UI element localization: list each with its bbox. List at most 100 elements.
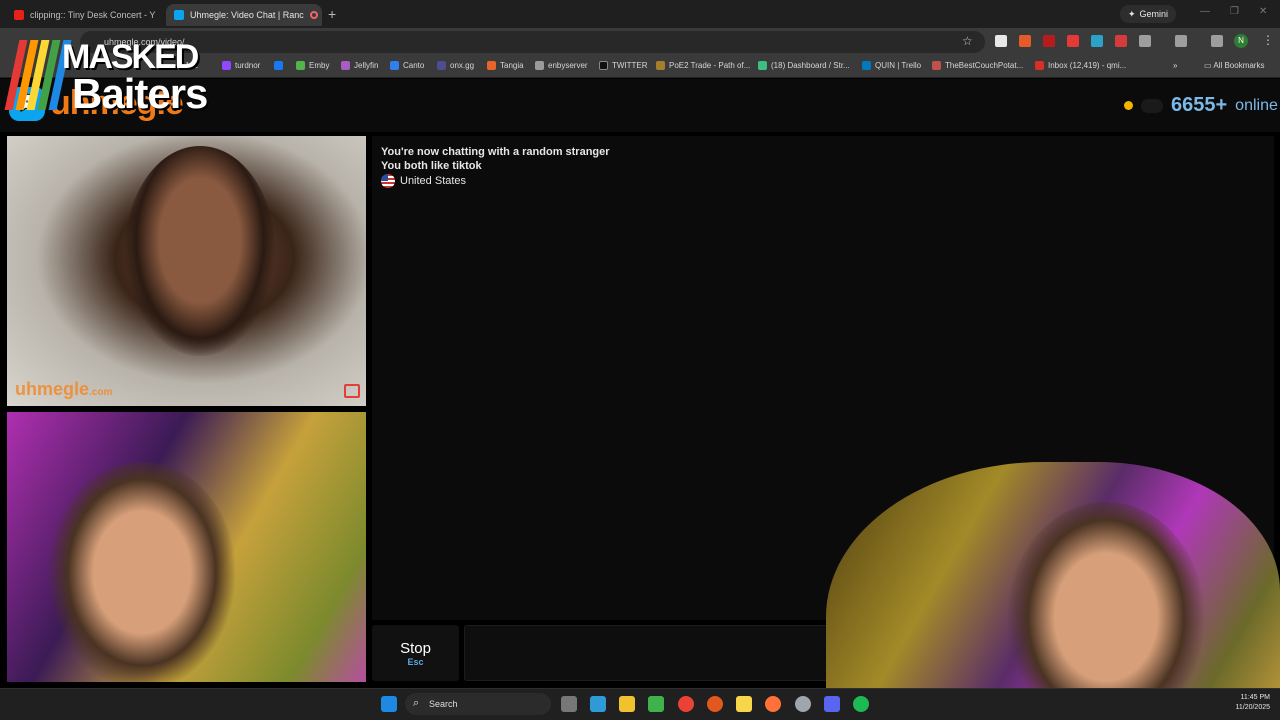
new-tab-button[interactable]: + [328,6,336,22]
bookmark-item[interactable]: TWITTER [599,61,648,70]
self-figure [47,462,237,682]
close-tab-icon[interactable]: ✕ [318,9,322,22]
tab-tiny-desk[interactable]: clipping:: Tiny Desk Concert - Y ✕ [6,4,162,26]
bookmark-label: (18) Dashboard / Str... [771,61,850,70]
clock-date: 11/20/2025 [1235,704,1270,711]
taskbar-app-icon[interactable] [561,696,577,712]
bookmark-favicon-icon [341,61,350,70]
clock-time: 11:45 PM [1240,694,1270,701]
extension-red-icon[interactable] [1115,35,1127,47]
online-label: online [1235,96,1278,114]
file-explorer-icon[interactable] [619,696,635,712]
bookmark-item[interactable]: TheBestCouchPotat... [932,61,1023,70]
online-indicator: 6655+ online [1124,94,1278,117]
bookmark-label: Jellyfin [354,61,379,70]
discord-icon[interactable] [824,696,840,712]
edge-icon[interactable] [590,696,606,712]
taskbar-app-icon[interactable] [707,696,723,712]
close-tab-icon[interactable]: ✕ [155,9,162,22]
masked-baiters-overlay-logo: MASKED Baiters [4,38,231,118]
bookmark-label: Emby [309,61,330,70]
youtube-icon [14,10,24,20]
system-message: You're now chatting with a random strang… [381,146,610,158]
restore-icon[interactable]: ❐ [1230,6,1239,17]
menu-kebab-icon[interactable]: ⋮ [1262,33,1274,47]
gmail-icon [1035,61,1044,70]
extension-k-icon[interactable] [995,35,1007,47]
bookmark-item[interactable]: QUIN | Trello [862,61,921,70]
uhmegle-favicon-icon [174,10,184,20]
taskbar-search[interactable]: ⌕ Search [405,693,551,715]
taskbar-app-icon[interactable] [795,696,811,712]
bookmark-label: TheBestCouchPotat... [945,61,1024,70]
stop-label: Stop [400,640,431,657]
bookmark-item[interactable]: Emby [296,61,329,70]
close-window-icon[interactable]: ✕ [1259,6,1267,17]
bookmark-favicon-icon [390,61,399,70]
media-controls-icon[interactable] [1211,35,1223,47]
stranger-figure [125,146,275,356]
stop-button[interactable]: Stop Esc [372,625,459,681]
bookmark-favicon-icon [758,61,767,70]
bookmark-label: PoE2 Trade - Path of... [669,61,751,70]
bookmark-label: Inbox (12,419) - qmi... [1048,61,1127,70]
chrome-icon[interactable] [678,696,694,712]
recording-icon [309,11,318,19]
bookmark-favicon-icon [932,61,941,70]
bookmark-item[interactable]: Jellyfin [341,61,378,70]
search-label: Search [429,699,458,709]
stranger-video: uhmegle.com [7,136,366,406]
firefox-icon[interactable] [765,696,781,712]
bookmark-item[interactable]: PoE2 Trade - Path of... [656,61,750,70]
online-count: 6655+ [1171,94,1228,116]
spotify-icon[interactable] [853,696,869,712]
extension-fox-icon[interactable] [1019,35,1031,47]
gemini-button[interactable]: ✦ Gemini [1120,5,1177,23]
bookmark-item[interactable]: Canto [390,61,424,70]
globe-icon [535,61,544,70]
system-clock[interactable]: 11:45 PM 11/20/2025 [1222,693,1270,713]
bookmark-label: turdnor [235,61,261,70]
extension-seven-tv-icon[interactable] [1091,35,1103,47]
bookmark-item[interactable] [274,61,287,70]
stop-shortcut: Esc [407,657,424,667]
bookmark-item[interactable]: Inbox (12,419) - qmi... [1035,61,1126,70]
taskbar-app-icon[interactable] [648,696,664,712]
cast-icon[interactable] [1175,35,1187,47]
extension-youtube-icon[interactable] [1067,35,1079,47]
bookmark-item[interactable]: enbyserver [535,61,588,70]
theme-toggle[interactable] [1141,98,1163,113]
extension-badge-icon[interactable] [1043,35,1055,47]
trello-icon [862,61,871,70]
sparkle-icon: ✦ [1128,8,1136,19]
bookmark-label: Tangia [500,61,524,70]
us-flag-icon [381,174,395,188]
bookmark-label: onx.gg [450,61,475,70]
bookmark-label: TWITTER [612,61,648,70]
more-bookmarks-chevron-icon[interactable]: » [1173,61,1177,70]
folder-icon: ▭ [1204,61,1212,70]
tab-uhmegle[interactable]: Uhmegle: Video Chat | Ranc ✕ [166,4,322,26]
sticky-notes-icon[interactable] [736,696,752,712]
all-bookmarks-button[interactable]: ▭ All Bookmarks [1204,61,1264,70]
x-icon [599,61,608,70]
system-message: You both like tiktok [381,160,482,172]
self-video [7,412,366,682]
bookmark-label: QUIN | Trello [875,61,922,70]
bookmark-star-icon[interactable]: ☆ [962,34,973,48]
all-bookmarks-label: All Bookmarks [1213,61,1265,70]
bookmark-item[interactable]: Tangia [487,61,524,70]
bookmark-item[interactable]: (18) Dashboard / Str... [758,61,850,70]
profile-avatar[interactable]: N [1234,34,1248,48]
uhmegle-watermark: uhmegle.com [15,379,113,399]
minimize-icon[interactable]: — [1200,6,1210,17]
facebook-icon [274,61,283,70]
extensions-puzzle-icon[interactable] [1139,35,1151,47]
report-flag-icon[interactable] [344,384,360,398]
windows-taskbar [0,688,1280,720]
screen: clipping:: Tiny Desk Concert - Y ✕ Uhmeg… [0,0,1280,720]
bookmark-item[interactable]: onx.gg [437,61,474,70]
sun-toggle-icon[interactable] [1124,101,1133,110]
bookmark-favicon-icon [487,61,496,70]
windows-start-icon[interactable] [381,696,397,712]
